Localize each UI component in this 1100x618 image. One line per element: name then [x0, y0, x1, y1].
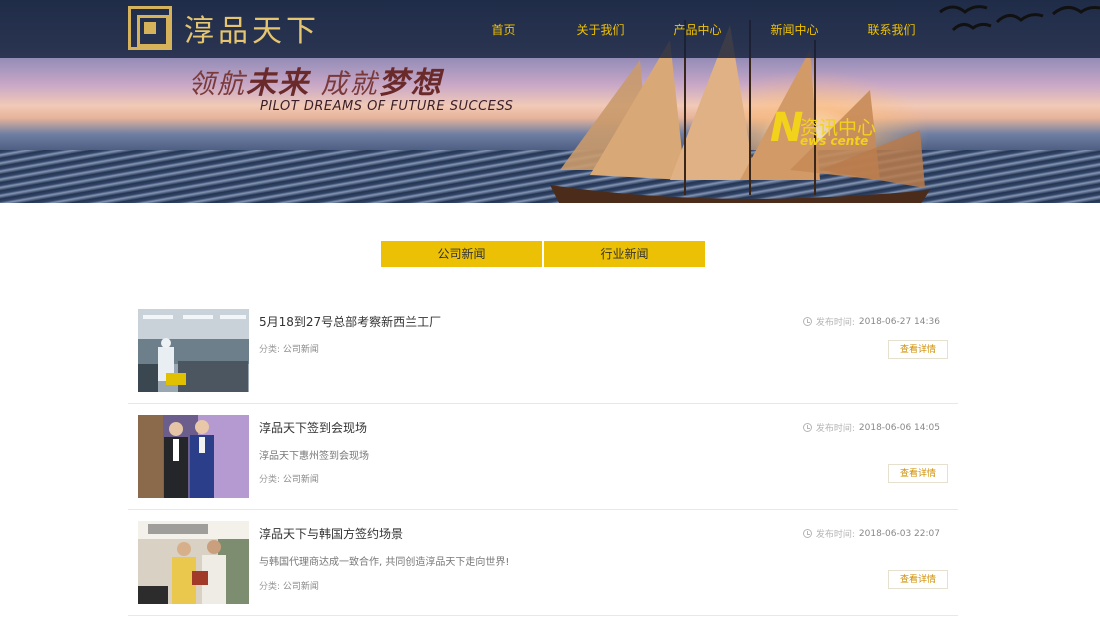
- nav-item-products[interactable]: 产品中心: [649, 0, 746, 58]
- publish-time-label: 发布时间:: [815, 424, 855, 434]
- banner-slogan-cn: 领航未来 成就梦想: [188, 58, 443, 102]
- view-details-button[interactable]: 查看详情: [888, 570, 948, 589]
- news-thumbnail[interactable]: [138, 521, 249, 604]
- news-list-item: 淳品天下与韩国方签约场景 与韩国代理商达成一致合作, 共同创造淳品天下走向世界!…: [128, 510, 958, 616]
- category-label: 分类:: [259, 475, 281, 485]
- news-date: 发布时间: 2018-06-27 14:36: [802, 315, 940, 328]
- news-list-item: 淳品天下签到会现场 淳品天下惠州签到会现场 分类: 公司新闻 发布时间: 201…: [128, 404, 958, 510]
- news-category: 分类: 公司新闻: [259, 342, 319, 355]
- main-nav: 首页 关于我们 产品中心 新闻中心 联系我们: [455, 0, 940, 58]
- news-list-item: 5月18到27号总部考察新西兰工厂 分类: 公司新闻 发布时间: 2018-06…: [128, 298, 958, 404]
- news-thumbnail[interactable]: [138, 415, 249, 498]
- publish-time-value: 2018-06-06 14:05: [858, 422, 940, 433]
- news-title[interactable]: 淳品天下签到会现场: [259, 419, 367, 436]
- category-value: 公司新闻: [282, 582, 319, 592]
- nav-item-contact[interactable]: 联系我们: [843, 0, 940, 58]
- logo-text: 淳品天下: [184, 14, 320, 49]
- news-summary: 与韩国代理商达成一致合作, 共同创造淳品天下走向世界!: [259, 557, 510, 568]
- nav-item-about[interactable]: 关于我们: [552, 0, 649, 58]
- news-date: 发布时间: 2018-06-03 22:07: [802, 527, 940, 540]
- banner-slogan-en: PILOT DREAMS OF FUTURE SUCCESS: [260, 99, 514, 114]
- site-logo[interactable]: 淳品天下: [128, 4, 320, 52]
- news-title[interactable]: 5月18到27号总部考察新西兰工厂: [259, 313, 441, 330]
- publish-time-label: 发布时间:: [815, 318, 855, 328]
- korea-signing-photo-image: [138, 521, 249, 604]
- publish-time-label: 发布时间:: [815, 530, 855, 540]
- view-details-button[interactable]: 查看详情: [888, 464, 948, 483]
- signing-event-photo-image: [138, 415, 249, 498]
- news-list: 5月18到27号总部考察新西兰工厂 分类: 公司新闻 发布时间: 2018-06…: [128, 298, 958, 616]
- birds-icon: [939, 5, 1100, 32]
- news-date: 发布时间: 2018-06-06 14:05: [802, 421, 940, 434]
- news-center-letter: N: [770, 105, 804, 151]
- factory-photo-image: [138, 309, 249, 392]
- news-summary: 淳品天下惠州签到会现场: [259, 451, 369, 462]
- view-details-button[interactable]: 查看详情: [888, 340, 948, 359]
- header-banner: 淳品天下 首页 关于我们 产品中心 新闻中心 联系我们 领航未来 成就梦想 PI…: [0, 0, 1100, 203]
- tab-company-news[interactable]: 公司新闻: [381, 241, 542, 267]
- category-value: 公司新闻: [282, 345, 319, 355]
- category-label: 分类:: [259, 345, 281, 355]
- news-category: 分类: 公司新闻: [259, 579, 319, 592]
- publish-time-value: 2018-06-27 14:36: [858, 316, 940, 327]
- publish-time-value: 2018-06-03 22:07: [858, 528, 940, 539]
- clock-icon: [802, 529, 812, 538]
- news-category-tabs: 公司新闻 行业新闻: [381, 241, 705, 267]
- news-title[interactable]: 淳品天下与韩国方签约场景: [259, 525, 403, 542]
- news-thumbnail[interactable]: [138, 309, 249, 392]
- category-label: 分类:: [259, 582, 281, 592]
- slogan-part-1a: 领航: [188, 69, 246, 100]
- news-category: 分类: 公司新闻: [259, 472, 319, 485]
- clock-icon: [802, 423, 812, 432]
- slogan-part-2b: 梦想: [378, 66, 443, 101]
- category-value: 公司新闻: [282, 475, 319, 485]
- news-center-en: ews cente: [800, 134, 869, 148]
- nav-item-news[interactable]: 新闻中心: [746, 0, 843, 58]
- nav-item-home[interactable]: 首页: [455, 0, 552, 58]
- slogan-part-1b: 未来: [246, 66, 310, 101]
- tab-industry-news[interactable]: 行业新闻: [544, 241, 705, 267]
- clock-icon: [802, 317, 812, 326]
- logo-pattern-icon: [128, 6, 172, 50]
- slogan-part-2a: 成就: [320, 69, 379, 100]
